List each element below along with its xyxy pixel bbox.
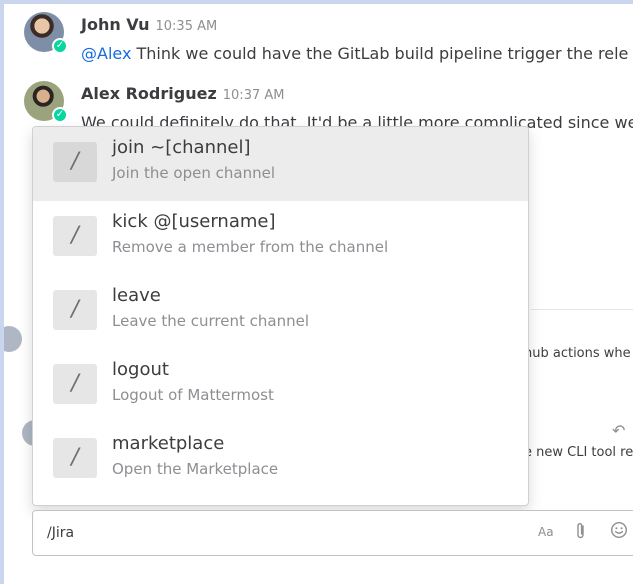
paperclip-icon-graphic: [577, 523, 584, 539]
online-status-icon: ✓: [52, 38, 68, 54]
author-name[interactable]: John Vu: [81, 15, 150, 34]
slash-command-icon: /: [53, 216, 97, 256]
suggestion-item-join[interactable]: / join ~[channel] Join the open channel: [33, 127, 528, 201]
suggestion-description: Join the open channel: [112, 164, 275, 182]
emoji-icon-graphic: [610, 521, 628, 539]
suggestion-item-logout[interactable]: / logout Logout of Mattermost: [33, 349, 528, 423]
message-input[interactable]: [47, 522, 507, 544]
post-time[interactable]: 10:37 AM: [223, 88, 285, 103]
suggestion-item-marketplace[interactable]: / marketplace Open the Marketplace: [33, 423, 528, 497]
message-body: Think we could have the GitLab build pip…: [131, 44, 629, 63]
reply-icon[interactable]: ↶: [612, 421, 625, 440]
slash-command-icon: /: [53, 438, 97, 478]
message-post: ✓ Alex Rodriguez 10:37 AM We could defini…: [24, 73, 633, 133]
suggestion-command: join ~[channel]: [112, 137, 251, 158]
suggestion-description: Open the Marketplace: [112, 460, 279, 478]
suggestion-description: Leave the current channel: [112, 312, 310, 330]
slash-command-icon: /: [53, 364, 97, 404]
avatar: [4, 326, 22, 352]
author-name[interactable]: Alex Rodriguez: [81, 84, 217, 103]
message-text-fragment: e new CLI tool re: [524, 445, 633, 460]
post-time[interactable]: 10:35 AM: [156, 19, 218, 34]
divider: [531, 309, 633, 310]
emoji-icon[interactable]: [610, 521, 628, 544]
suggestion-command: leave: [112, 285, 161, 306]
message-text-fragment: hub actions whe: [524, 346, 631, 361]
suggestion-command: kick @[username]: [112, 211, 276, 232]
online-status-icon: ✓: [52, 107, 68, 123]
paperclip-icon[interactable]: [574, 522, 588, 544]
suggestion-description: Remove a member from the channel: [112, 238, 389, 256]
post-header: Alex Rodriguez 10:37 AM: [81, 84, 284, 103]
slash-command-icon: /: [53, 290, 97, 330]
slash-command-icon: /: [53, 142, 97, 182]
message-text: @Alex Think we could have the GitLab bui…: [81, 44, 628, 63]
slash-command-suggestion-list: / join ~[channel] Join the open channel …: [32, 126, 529, 506]
message-composer: Aa: [32, 510, 633, 556]
user-mention[interactable]: @Alex: [81, 44, 131, 63]
suggestion-item-kick[interactable]: / kick @[username] Remove a member from …: [33, 201, 528, 275]
suggestion-command: logout: [112, 359, 169, 380]
formatting-button[interactable]: Aa: [538, 525, 554, 539]
suggestion-description: Logout of Mattermost: [112, 386, 274, 404]
message-post: ✓ John Vu 10:35 AM @Alex Think we could h…: [24, 4, 633, 64]
suggestion-command: marketplace: [112, 433, 225, 454]
post-header: John Vu 10:35 AM: [81, 15, 217, 34]
suggestion-item-leave[interactable]: / leave Leave the current channel: [33, 275, 528, 349]
